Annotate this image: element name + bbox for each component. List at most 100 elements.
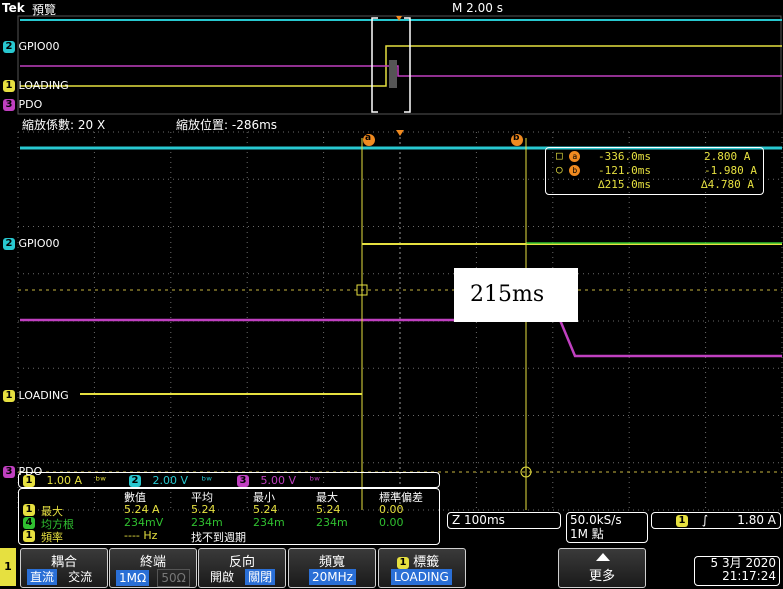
invert-title: 反向 xyxy=(228,555,255,570)
measurement-panel[interactable]: 數值 平均 最小 最大 標準偏差 1 最大 5.24 A 5.24 5.24 5… xyxy=(18,488,440,545)
record-length: 1M 點 xyxy=(570,527,604,541)
ch3-scale-badge: 3 xyxy=(237,475,249,487)
meas-row-max-max: 5.24 xyxy=(316,503,341,516)
label-title: 標籤 xyxy=(413,555,440,570)
meas-row-max-badge: 1 xyxy=(23,504,35,516)
overview-label-pdo: 3 PDO xyxy=(3,98,42,111)
ch3-bw-icon: ᵇʷ xyxy=(309,474,320,487)
termination-options: 1MΩ 50Ω xyxy=(116,569,190,587)
cursor-b-readout-badge: b xyxy=(569,165,581,176)
annotation-box: 215ms xyxy=(454,268,578,322)
ch2-bw-icon: ᵇʷ xyxy=(201,474,212,487)
bandwidth-value: 20MHz xyxy=(309,569,356,585)
cursor-b-value: -1.980 A xyxy=(704,164,757,177)
cursor-a-value: 2.800 A xyxy=(704,150,751,163)
trigger-source-badge: 1 xyxy=(676,514,688,527)
bandwidth-title: 頻寬 xyxy=(318,555,345,570)
meas-row-rms-value: 234mV xyxy=(124,516,164,529)
ch1-main-badge: 1 xyxy=(3,390,15,402)
bandwidth-button[interactable]: 頻寬 20MHz xyxy=(288,548,376,588)
cursor-b-row: ○ b xyxy=(556,163,581,176)
channel-scale-strip[interactable]: 1 1.00 A ᵇʷ 2 2.00 V ᵇʷ 3 5.00 V ᵇʷ xyxy=(18,472,440,488)
ch3-scale-value: 5.00 V xyxy=(260,474,297,487)
zoom-factor: 縮放係數: 20 X xyxy=(22,118,106,132)
cursor-a-time: -336.0ms xyxy=(598,150,651,163)
meas-row-rms-max: 234m xyxy=(316,516,348,529)
ch1-scale[interactable]: 1 1.00 A ᵇʷ xyxy=(23,474,106,488)
cursor-delta-value: ∆4.780 A xyxy=(701,178,754,191)
ch3-scale[interactable]: 3 5.00 V ᵇʷ xyxy=(237,474,320,488)
cursor-a-letter: a xyxy=(365,133,372,143)
ch3-main-badge: 3 xyxy=(3,466,15,478)
meas-row-freq-badge: 1 xyxy=(23,530,35,542)
meas-row-max-std: 0.00 xyxy=(379,503,404,516)
coupling-options: 直流 交流 xyxy=(27,569,95,585)
meas-row-max-value: 5.24 A xyxy=(124,503,160,516)
trace-ch3-pdo xyxy=(20,318,782,358)
coupling-title: 耦合 xyxy=(50,555,77,570)
trigger-level: 1.80 A xyxy=(737,513,776,527)
timebase-label[interactable]: M 2.00 s xyxy=(452,1,503,15)
coupling-button[interactable]: 耦合 直流 交流 xyxy=(20,548,108,588)
trigger-slope-icon: ∫ xyxy=(701,513,709,527)
label-button[interactable]: 1 標籤 LOADING xyxy=(378,548,466,588)
termination-1mohm[interactable]: 1MΩ xyxy=(116,570,150,586)
meas-row-max-min: 5.24 xyxy=(253,503,278,516)
label-value: LOADING xyxy=(391,569,452,585)
ch2-badge: 2 xyxy=(3,41,15,53)
cursor-readout-panel[interactable]: □ a -336.0ms 2.800 A ○ b -121.0ms -1.980… xyxy=(545,147,764,195)
coupling-ac[interactable]: 交流 xyxy=(65,569,95,585)
zoom-timebase-box[interactable]: Z 100ms xyxy=(447,512,561,529)
zoom-timebase: Z 100ms xyxy=(452,513,505,527)
meas-row-rms-mean: 234m xyxy=(191,516,223,529)
more-button[interactable]: 更多 xyxy=(558,548,646,588)
acquisition-mode: 預覽 xyxy=(32,3,57,17)
overview-label-gpio: 2 GPIO00 xyxy=(3,40,60,53)
meas-row-rms[interactable]: 4 均方根 234mV 234m 234m 234m 0.00 xyxy=(23,516,438,531)
menu-channel-tab[interactable]: 1 xyxy=(0,548,16,586)
label-gpio[interactable]: 2 GPIO00 xyxy=(3,237,60,250)
meas-row-max[interactable]: 1 最大 5.24 A 5.24 5.24 5.24 0.00 xyxy=(23,503,438,518)
meas-row-freq-note: 找不到週期 xyxy=(191,531,246,544)
overview-label-pdo-text: PDO xyxy=(18,98,43,111)
coupling-dc[interactable]: 直流 xyxy=(27,569,58,585)
invert-off[interactable]: 關閉 xyxy=(245,569,276,585)
label-value-wrap: LOADING xyxy=(391,569,452,585)
ch1-scale-value: 1.00 A xyxy=(46,474,83,487)
cursor-delta-time: ∆215.0ms xyxy=(598,178,651,191)
ch1-bw-icon: ᵇʷ xyxy=(95,474,106,487)
ch2-main-badge: 2 xyxy=(3,238,15,250)
meas-row-freq[interactable]: 1 頻率 ---- Hz 找不到週期 xyxy=(23,529,438,544)
ch1-scale-badge: 1 xyxy=(23,475,35,487)
zoom-window-fill xyxy=(389,60,397,88)
time: 21:17:24 xyxy=(722,569,776,583)
tek-logo: Tek xyxy=(2,1,25,15)
meas-row-rms-std: 0.00 xyxy=(379,516,404,529)
label-gpio-text: GPIO00 xyxy=(18,237,60,250)
termination-50ohm[interactable]: 50Ω xyxy=(157,569,190,587)
cursor-a-square-glyph: □ xyxy=(556,149,563,162)
meas-row-freq-label: 頻率 xyxy=(41,531,63,544)
label-channel-badge: 1 xyxy=(397,556,409,569)
cursor-b-letter: b xyxy=(513,133,520,143)
overview-label-loading-text: LOADING xyxy=(18,79,69,92)
trigger-box[interactable]: 1 ∫ 1.80 A xyxy=(651,512,781,529)
cursor-b-circle-glyph: ○ xyxy=(556,163,563,176)
ch3-badge: 3 xyxy=(3,99,15,111)
invert-on[interactable]: 開啟 xyxy=(207,569,237,585)
zoom-position: 縮放位置: -286ms xyxy=(176,118,278,132)
more-up-arrow-icon xyxy=(596,553,610,561)
meas-row-rms-min: 234m xyxy=(253,516,285,529)
ch1-badge: 1 xyxy=(3,80,15,92)
label-loading[interactable]: 1 LOADING xyxy=(3,389,69,402)
invert-button[interactable]: 反向 開啟 關閉 xyxy=(198,548,286,588)
meas-row-rms-badge: 4 xyxy=(23,517,35,529)
ch2-scale-badge: 2 xyxy=(129,475,141,487)
overview-label-gpio-text: GPIO00 xyxy=(18,40,60,53)
bandwidth-value-wrap: 20MHz xyxy=(309,569,356,585)
sample-rate-box[interactable]: 50.0kS/s 1M 點 xyxy=(566,512,648,543)
datetime-box[interactable]: 5 3月 2020 21:17:24 xyxy=(694,556,780,586)
ch2-scale[interactable]: 2 2.00 V ᵇʷ xyxy=(129,474,212,488)
cursor-a-row: □ a xyxy=(556,149,581,162)
termination-button[interactable]: 終端 1MΩ 50Ω xyxy=(109,548,197,588)
